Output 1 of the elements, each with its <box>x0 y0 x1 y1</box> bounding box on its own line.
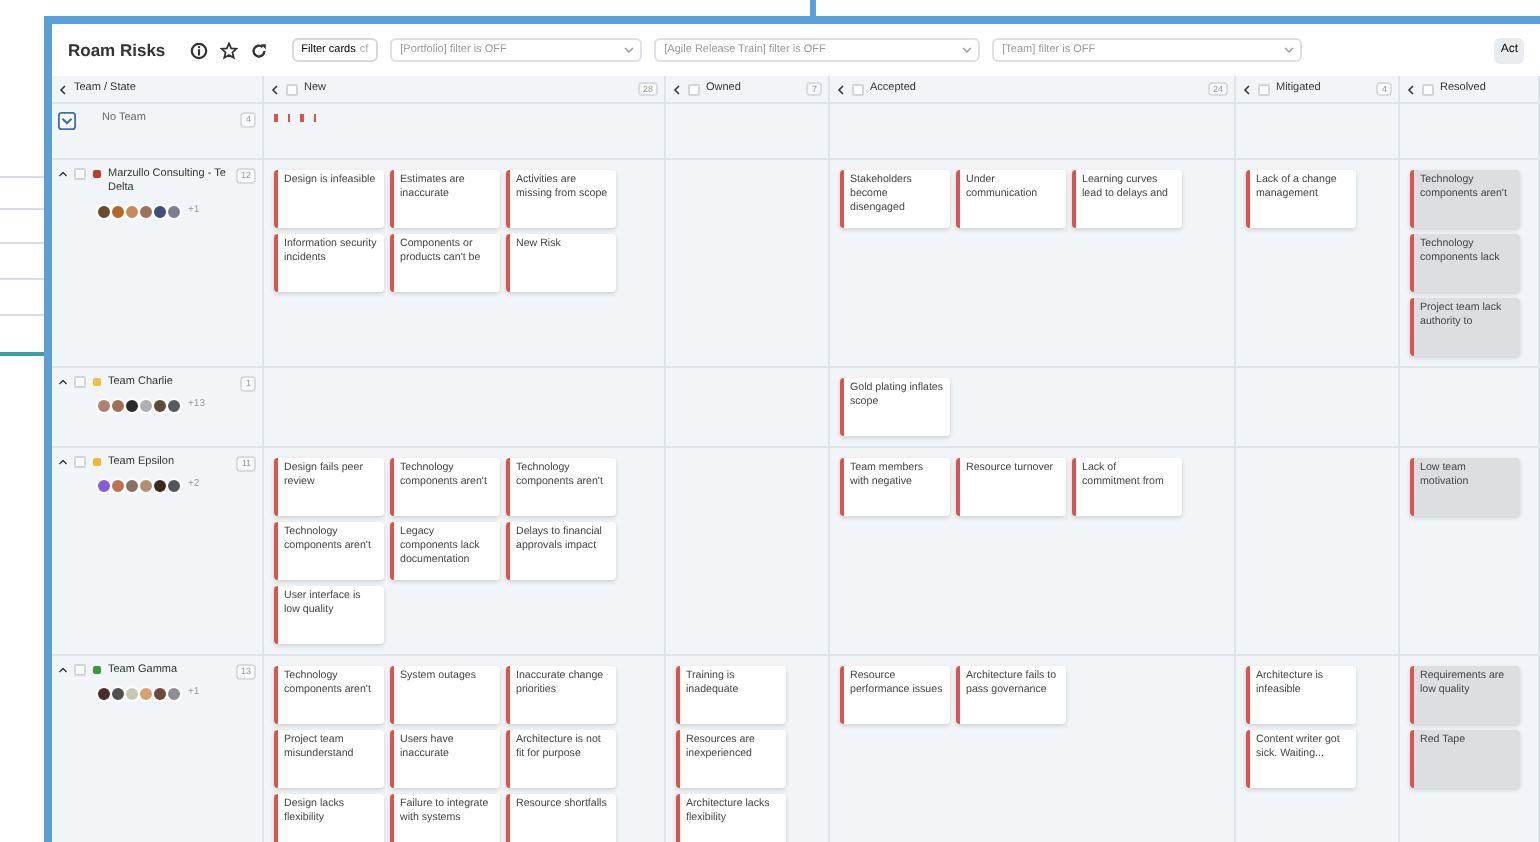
page-title: Roam Risks <box>68 37 166 63</box>
